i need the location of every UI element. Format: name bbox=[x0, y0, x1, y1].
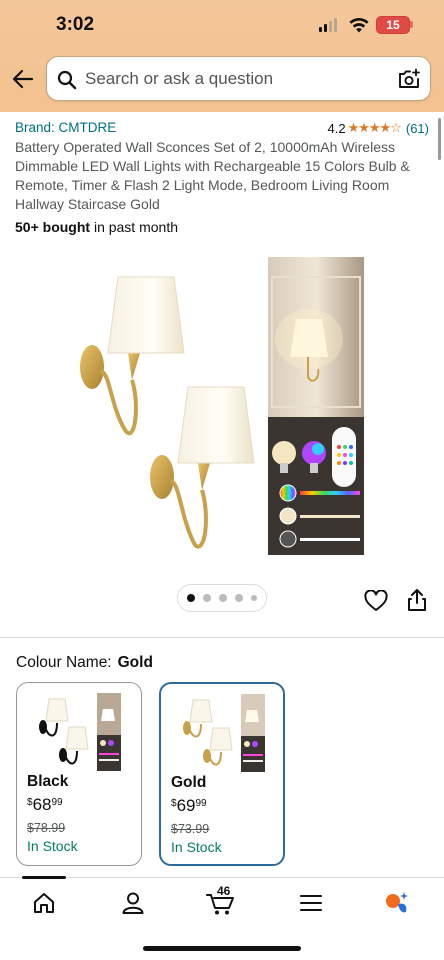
colour-thumbnail-black bbox=[39, 693, 121, 771]
colour-name-label: Colour Name: Gold bbox=[16, 654, 153, 672]
top-header: 3:02 15 bbox=[0, 0, 444, 112]
section-divider bbox=[0, 637, 444, 638]
battery-indicator: 15 bbox=[376, 16, 410, 34]
colour-thumbnail-gold bbox=[183, 694, 265, 772]
gallery-dot[interactable] bbox=[219, 594, 227, 602]
product-image-gallery[interactable] bbox=[0, 245, 444, 575]
price-symbol: $ bbox=[27, 797, 33, 808]
wifi-icon bbox=[349, 17, 369, 33]
colour-option-black[interactable]: Black $6899 $78.99 In Stock bbox=[16, 682, 142, 866]
colour-label-text: Colour Name: bbox=[16, 654, 112, 671]
colour-option-stock: In Stock bbox=[27, 838, 78, 854]
cart-item-count: 46 bbox=[217, 884, 231, 898]
rating-summary[interactable]: 4.2 ★★★★☆ (61) bbox=[328, 120, 429, 136]
status-bar: 3:02 15 bbox=[0, 0, 444, 52]
menu-icon[interactable] bbox=[298, 890, 324, 916]
gallery-dot[interactable] bbox=[235, 594, 243, 602]
price-whole: 68 bbox=[32, 795, 52, 814]
rufus-assistant-icon[interactable] bbox=[384, 890, 410, 916]
colour-option-name: Black bbox=[27, 773, 69, 790]
colour-selected-value: Gold bbox=[117, 654, 153, 671]
camera-search-icon[interactable] bbox=[397, 67, 421, 91]
search-bar[interactable] bbox=[46, 56, 431, 101]
brand-link[interactable]: Brand: CMTDRE bbox=[15, 120, 116, 135]
heart-icon[interactable] bbox=[364, 590, 388, 612]
status-time: 3:02 bbox=[56, 14, 95, 35]
cellular-signal-icon bbox=[319, 18, 337, 32]
purchase-count-bold: 50+ bought bbox=[15, 219, 91, 235]
back-arrow-icon[interactable] bbox=[10, 66, 36, 92]
brand-rating-row: Brand: CMTDRE 4.2 ★★★★☆ (61) bbox=[15, 120, 429, 138]
purchase-count: 50+ bought in past month bbox=[15, 219, 178, 235]
share-icon[interactable] bbox=[406, 588, 428, 612]
colour-option-name: Gold bbox=[171, 774, 207, 791]
search-input[interactable] bbox=[85, 67, 385, 91]
star-rating-icon: ★★★★☆ bbox=[347, 120, 402, 135]
purchase-count-suffix: in past month bbox=[90, 219, 178, 235]
account-icon[interactable] bbox=[120, 890, 146, 916]
price-whole: 69 bbox=[176, 796, 196, 815]
price-symbol: $ bbox=[171, 798, 177, 809]
gallery-dot[interactable] bbox=[187, 594, 195, 602]
colour-option-was-price: $78.99 bbox=[27, 821, 66, 835]
active-tab-indicator bbox=[22, 876, 66, 879]
colour-option-was-price: $73.99 bbox=[171, 822, 210, 836]
battery-tip bbox=[410, 21, 413, 28]
price-fraction: 99 bbox=[51, 797, 63, 808]
colour-option-price: $6999 bbox=[171, 796, 207, 816]
colour-option-price: $6899 bbox=[27, 795, 63, 815]
gallery-pagination[interactable] bbox=[177, 584, 267, 612]
search-icon bbox=[57, 70, 77, 90]
colour-option-stock: In Stock bbox=[171, 839, 222, 855]
gallery-dot[interactable] bbox=[251, 595, 257, 601]
rating-count[interactable]: (61) bbox=[406, 121, 429, 136]
product-title: Battery Operated Wall Sconces Set of 2, … bbox=[15, 139, 410, 212]
price-fraction: 99 bbox=[195, 798, 207, 809]
colour-option-gold[interactable]: Gold $6999 $73.99 In Stock bbox=[159, 682, 285, 866]
scroll-indicator bbox=[438, 118, 441, 160]
home-icon[interactable] bbox=[31, 890, 57, 916]
product-main-image[interactable] bbox=[70, 255, 260, 555]
rating-value: 4.2 bbox=[327, 120, 346, 136]
gallery-dot[interactable] bbox=[203, 594, 211, 602]
product-lifestyle-image[interactable] bbox=[268, 257, 364, 555]
home-indicator-bar bbox=[143, 946, 301, 951]
